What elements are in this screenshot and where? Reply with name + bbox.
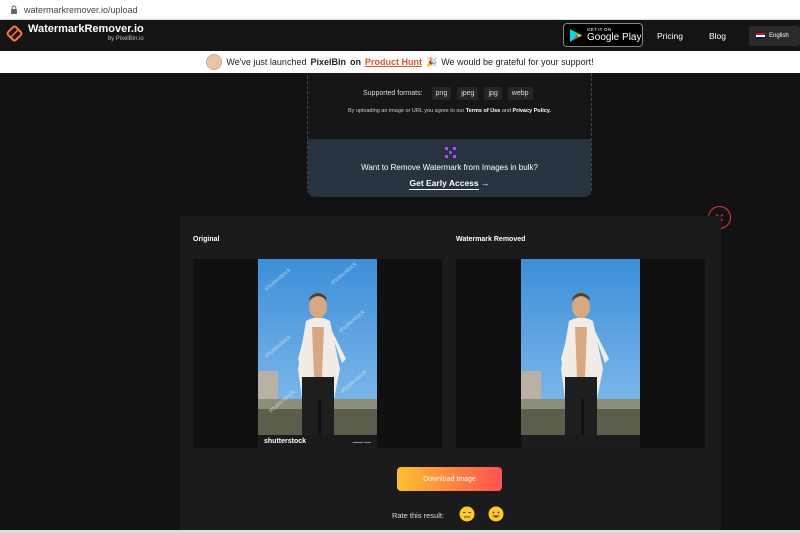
get-early-access-link[interactable]: Get Early Access → bbox=[308, 178, 591, 190]
top-navigation: WatermarkRemover.io by PixelBin.io GET I… bbox=[0, 20, 800, 51]
original-label: Original bbox=[193, 236, 220, 243]
url-text: watermarkremover.io/upload bbox=[24, 4, 138, 15]
avatar bbox=[206, 54, 223, 70]
announcement-banner: We've just launched PixelBin on Product … bbox=[0, 51, 800, 73]
language-label: English bbox=[769, 33, 789, 39]
banner-on: on bbox=[349, 57, 361, 67]
uk-flag-icon bbox=[756, 33, 765, 39]
party-popper-icon: 🎉 bbox=[425, 56, 438, 67]
arrow-right-icon: → bbox=[481, 178, 490, 188]
supported-formats: Supported formats: png jpeg jpg webp bbox=[363, 87, 533, 100]
product-hunt-link[interactable]: Product Hunt bbox=[365, 57, 422, 67]
terms-of-use-link[interactable]: Terms of Use bbox=[466, 108, 500, 114]
footer-fine-print: ▬▬▬ ▬▬ bbox=[352, 439, 371, 444]
gplay-big-text: Google Play bbox=[587, 32, 642, 43]
nav-link-pricing[interactable]: Pricing bbox=[657, 31, 683, 41]
banner-post-text: We would be grateful for your support! bbox=[441, 57, 594, 67]
result-section: Original Watermark Removed shutterstock … bbox=[180, 216, 721, 533]
bulk-question: Want to Remove Watermark from Images in … bbox=[361, 163, 538, 172]
formats-label: Supported formats: bbox=[363, 90, 423, 97]
logo-title: WatermarkRemover.io bbox=[28, 23, 144, 35]
upload-card: Supported formats: png jpeg jpg webp By … bbox=[307, 73, 592, 197]
shutterstock-footer: shutterstock ▬▬▬ ▬▬ bbox=[258, 435, 377, 448]
google-play-icon bbox=[570, 28, 582, 42]
man-photo-clean-image bbox=[521, 259, 640, 448]
neutral-face-icon[interactable] bbox=[459, 506, 475, 522]
terms-notice: By uploading an image or URL you agree t… bbox=[308, 108, 591, 114]
lock-icon bbox=[11, 5, 17, 14]
shutterstock-logo: shutterstock bbox=[264, 438, 307, 445]
man-photo-image bbox=[258, 259, 377, 448]
banner-pre-text: We've just launched bbox=[226, 57, 307, 67]
removed-image-panel bbox=[456, 259, 705, 448]
get-early-access-label: Get Early Access bbox=[409, 178, 479, 190]
bulk-removal-card: Want to Remove Watermark from Images in … bbox=[308, 139, 591, 197]
nav-link-blog[interactable]: Blog bbox=[709, 31, 726, 41]
pixel-grid-icon bbox=[445, 147, 456, 158]
logo-subtitle: by PixelBin.io bbox=[107, 36, 144, 42]
format-chip-png: png bbox=[431, 87, 452, 100]
browser-url-bar[interactable]: watermarkremover.io/upload bbox=[0, 0, 800, 20]
format-chip-webp: webp bbox=[507, 87, 533, 100]
language-selector[interactable]: English bbox=[749, 26, 800, 46]
watermark-removed-label: Watermark Removed bbox=[456, 236, 526, 243]
format-chip-jpg: jpg bbox=[484, 87, 502, 100]
format-chip-jpeg: jpeg bbox=[457, 87, 479, 100]
terms-pre: By uploading an image or URL you agree t… bbox=[348, 108, 465, 114]
terms-and: and bbox=[501, 108, 511, 114]
eraser-logo-icon bbox=[6, 25, 23, 41]
google-play-button[interactable]: GET IT ON Google Play bbox=[563, 23, 643, 47]
banner-brand: PixelBin bbox=[310, 57, 346, 67]
removed-photo bbox=[521, 259, 640, 448]
rate-result-label: Rate this result: bbox=[392, 511, 445, 520]
privacy-policy-link[interactable]: Privacy Policy. bbox=[513, 108, 551, 114]
original-photo: shutterstock shutterstock shutterstock s… bbox=[258, 259, 377, 448]
happy-face-icon[interactable] bbox=[488, 506, 504, 522]
site-logo[interactable]: WatermarkRemover.io by PixelBin.io bbox=[6, 23, 144, 43]
original-image-panel: shutterstock shutterstock shutterstock s… bbox=[193, 259, 442, 448]
download-image-button[interactable]: Download Image bbox=[397, 467, 502, 491]
